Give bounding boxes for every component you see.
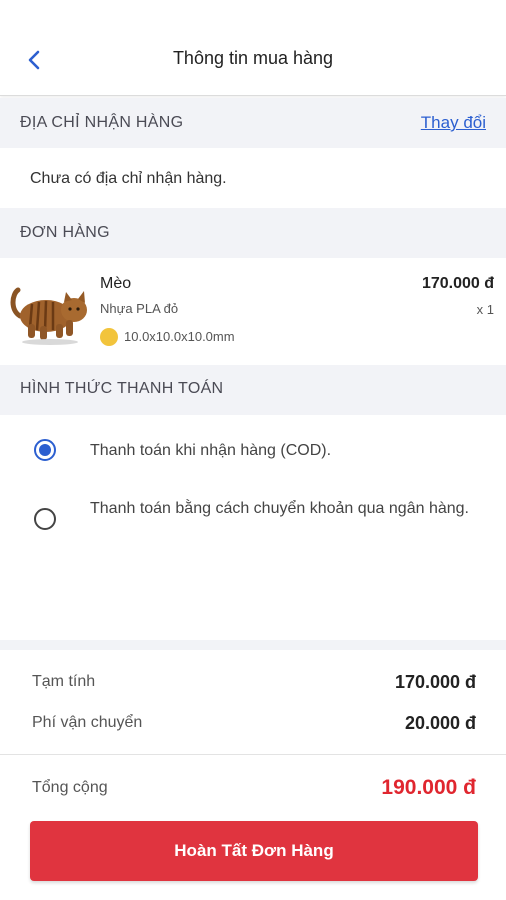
section-divider [0,640,506,650]
total-label: Tổng cộng [32,779,108,796]
payment-option-label: Thanh toán bằng cách chuyển khoản qua ng… [90,500,469,517]
order-section-header: ĐƠN HÀNG [0,208,506,258]
total-row: Tổng cộng 190.000 đ [0,776,506,806]
payment-section-title: HÌNH THỨC THANH TOÁN [20,380,224,397]
subtotal-value: 170.000 đ [394,672,476,692]
address-section-header: ĐỊA CHỈ NHẬN HÀNG Thay đổi [0,98,506,148]
order-section-title: ĐƠN HÀNG [20,224,110,241]
shipping-value: 20.000 đ [404,713,476,733]
subtotal-label: Tạm tính [32,673,96,690]
page-title: Thông tin mua hàng [172,48,334,68]
payment-option-bank-transfer[interactable]: Thanh toán bằng cách chuyển khoản qua ng… [0,490,506,550]
product-thumbnail [6,272,92,346]
payment-option-label: Thanh toán khi nhận hàng (COD). [90,442,332,459]
product-price: 170.000 đ [421,275,494,292]
cat-model-image [10,287,87,345]
payment-option-cod[interactable]: Thanh toán khi nhận hàng (COD). [0,425,506,475]
shipping-label: Phí vận chuyển [32,714,143,731]
product-size: 10.0x10.0x10.0mm [124,329,235,344]
radio-selected-icon[interactable] [34,439,56,461]
address-section-title: ĐỊA CHỈ NHẬN HÀNG [20,114,184,131]
product-quantity: x 1 [476,302,494,317]
address-text: Chưa có địa chỉ nhận hàng. [30,170,227,187]
summary-divider [0,754,506,755]
complete-order-button[interactable]: Hoàn Tất Đơn Hàng [30,821,478,881]
total-value: 190.000 đ [381,776,476,799]
shipping-row: Phí vận chuyển 20.000 đ [0,711,506,741]
radio-unselected-icon[interactable] [34,508,56,530]
product-name: Mèo [100,275,132,292]
top-app-bar: Thông tin mua hàng [0,0,506,96]
product-material: Nhựa PLA đỏ [100,301,179,316]
payment-section-header: HÌNH THỨC THANH TOÁN [0,365,506,415]
color-swatch-icon [100,328,118,346]
order-item: Mèo Nhựa PLA đỏ 10.0x10.0x10.0mm 170.000… [0,258,506,366]
subtotal-row: Tạm tính 170.000 đ [0,670,506,700]
change-address-link[interactable]: Thay đổi [421,113,486,133]
